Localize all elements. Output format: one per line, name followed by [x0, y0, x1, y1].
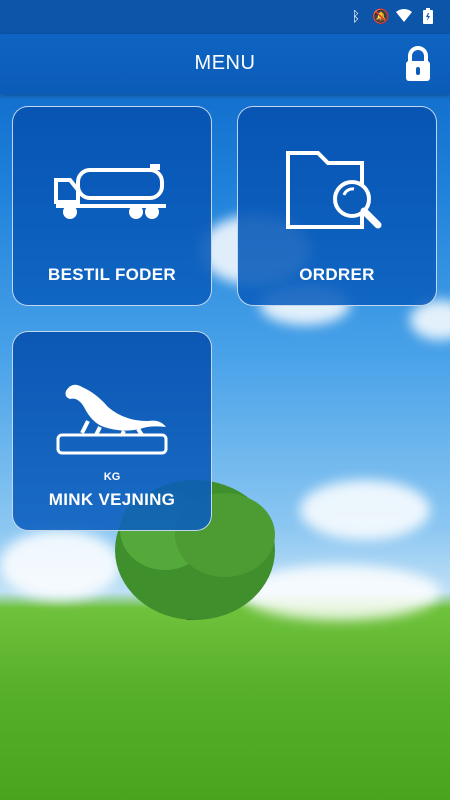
mute-icon: 🔕 — [372, 8, 390, 24]
status-bar: ᛒ 🔕 — [0, 0, 450, 34]
mink-scale-icon: KG — [13, 372, 211, 483]
kg-badge: KG — [103, 471, 121, 483]
tile-ordrer[interactable]: ORDRER — [237, 106, 437, 306]
tile-label: BESTIL FODER — [48, 265, 176, 284]
app-bar: MENU — [0, 34, 450, 94]
tile-label: ORDRER — [299, 265, 375, 284]
tile-mink-vejning[interactable]: KG MINK VEJNING — [12, 331, 212, 531]
lock-icon[interactable] — [404, 46, 432, 82]
tile-bestil-foder[interactable]: BESTIL FODER — [12, 106, 212, 306]
wifi-icon — [396, 8, 412, 24]
battery-icon — [420, 8, 436, 24]
bluetooth-icon: ᛒ — [351, 8, 361, 24]
truck-icon — [13, 147, 211, 237]
folder-search-icon — [238, 147, 436, 237]
tile-label: MINK VEJNING — [48, 490, 176, 509]
page-title: MENU — [194, 52, 256, 74]
